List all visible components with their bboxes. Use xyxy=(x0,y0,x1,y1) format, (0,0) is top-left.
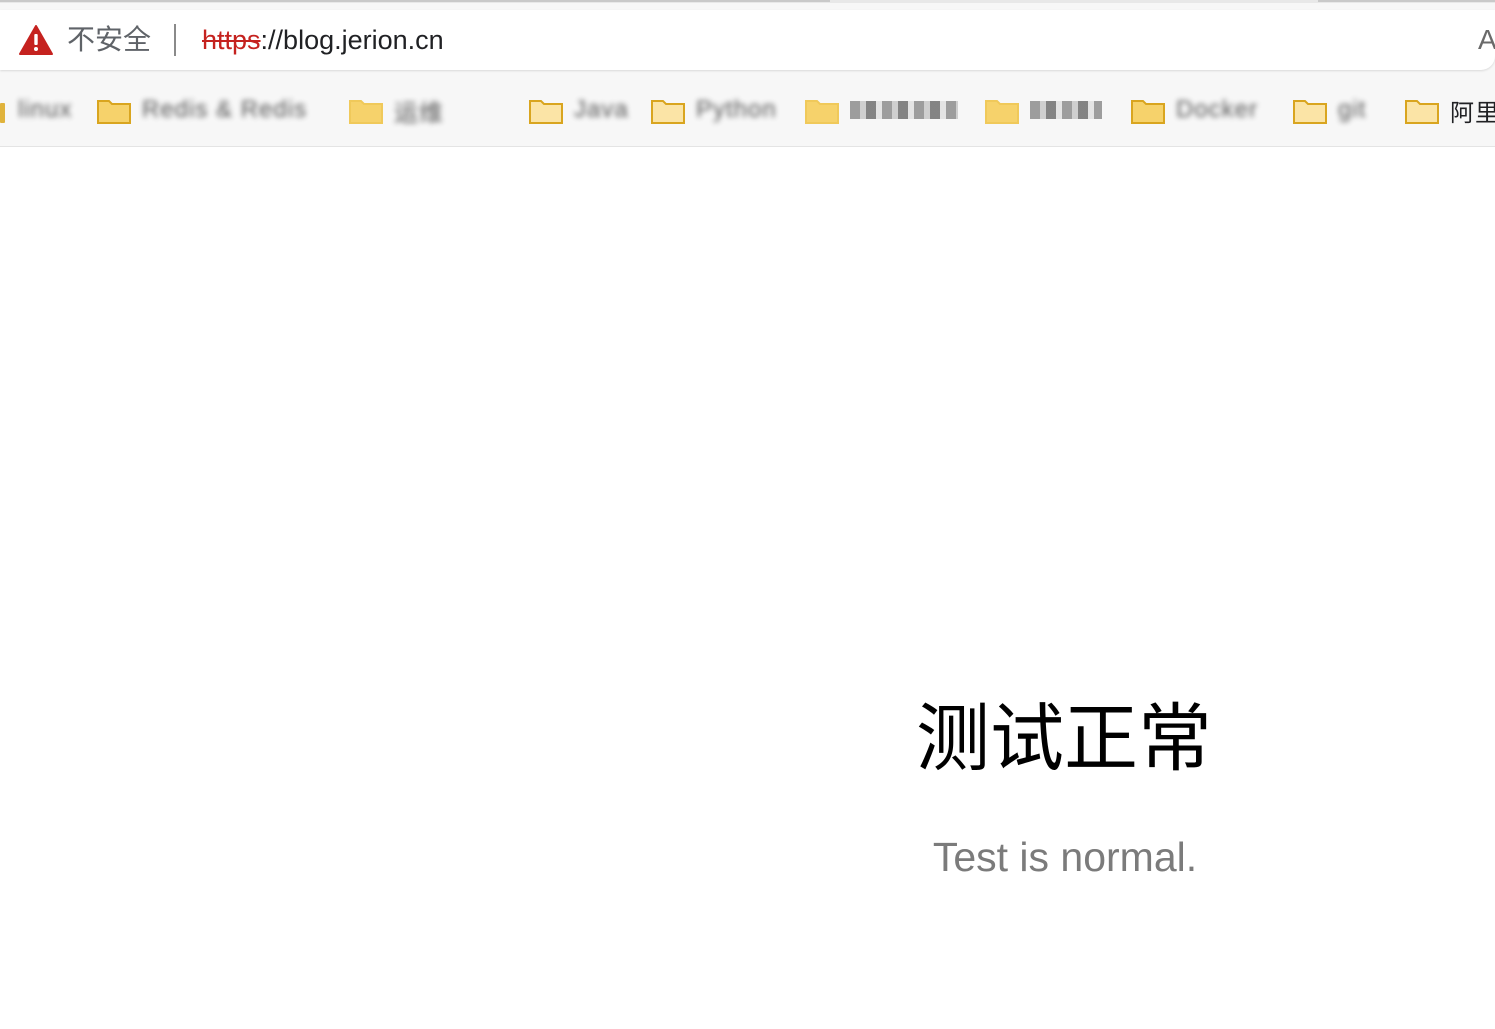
blurred-label xyxy=(1030,101,1102,119)
bookmark-folder-aliyun[interactable]: 阿里 xyxy=(1404,92,1495,128)
bookmark-item-linux[interactable]: linux xyxy=(0,92,72,128)
tab-strip xyxy=(0,0,1495,3)
folder-icon xyxy=(805,100,839,124)
bookmark-folder-blurred-1[interactable] xyxy=(804,92,958,128)
folder-icon xyxy=(1405,100,1439,124)
address-divider xyxy=(174,24,176,56)
bookmark-edge-icon xyxy=(0,103,5,123)
bookmark-label: 阿里 xyxy=(1450,99,1495,127)
bookmark-label: git xyxy=(1338,96,1367,123)
security-status-label[interactable]: 不安全 xyxy=(67,22,151,58)
bookmark-folder-ops[interactable]: 运维 xyxy=(348,92,444,128)
url-host: ://blog.jerion.cn xyxy=(260,25,444,55)
page-content: 测试正常 Test is normal. xyxy=(0,147,1495,1029)
tab-strip-segment xyxy=(1318,0,1495,2)
bookmark-folder-java[interactable]: Java xyxy=(528,92,629,128)
folder-icon xyxy=(985,100,1019,124)
bookmark-folder-git[interactable]: git xyxy=(1292,92,1366,128)
folder-icon xyxy=(529,100,563,124)
bookmark-label: Python xyxy=(696,96,777,123)
address-bar[interactable]: 不安全 https://blog.jerion.cn A xyxy=(0,10,1495,70)
bookmark-label: Java xyxy=(574,96,629,123)
bookmark-folder-python[interactable]: Python xyxy=(650,92,777,128)
url-field[interactable]: https://blog.jerion.cn xyxy=(202,22,444,58)
warning-triangle-icon[interactable] xyxy=(18,24,54,56)
bookmarks-bar: linux Redis & Redis 运维 Java Python Docke… xyxy=(0,86,1495,132)
folder-icon xyxy=(651,100,685,124)
blurred-label xyxy=(850,101,958,119)
page-heading: 测试正常 xyxy=(916,696,1212,782)
tab-strip-segment xyxy=(0,0,830,2)
bookmark-label: Docker xyxy=(1176,96,1259,123)
folder-icon xyxy=(1131,100,1165,124)
folder-icon xyxy=(349,100,383,124)
browser-chrome: 不安全 https://blog.jerion.cn A linux Redis… xyxy=(0,0,1495,147)
url-scheme: https xyxy=(202,25,261,55)
bookmark-label: Redis & Redis xyxy=(142,96,308,123)
folder-icon xyxy=(97,100,131,124)
page-subtitle: Test is normal. xyxy=(932,834,1198,880)
bookmark-label: linux xyxy=(18,96,73,123)
bookmark-folder-blurred-2[interactable] xyxy=(984,92,1102,128)
reader-mode-icon[interactable]: A xyxy=(1478,22,1495,58)
bookmark-folder-redis[interactable]: Redis & Redis xyxy=(96,92,307,128)
folder-icon xyxy=(1293,100,1327,124)
bookmark-folder-docker[interactable]: Docker xyxy=(1130,92,1258,128)
bookmark-label: 运维 xyxy=(394,99,444,127)
